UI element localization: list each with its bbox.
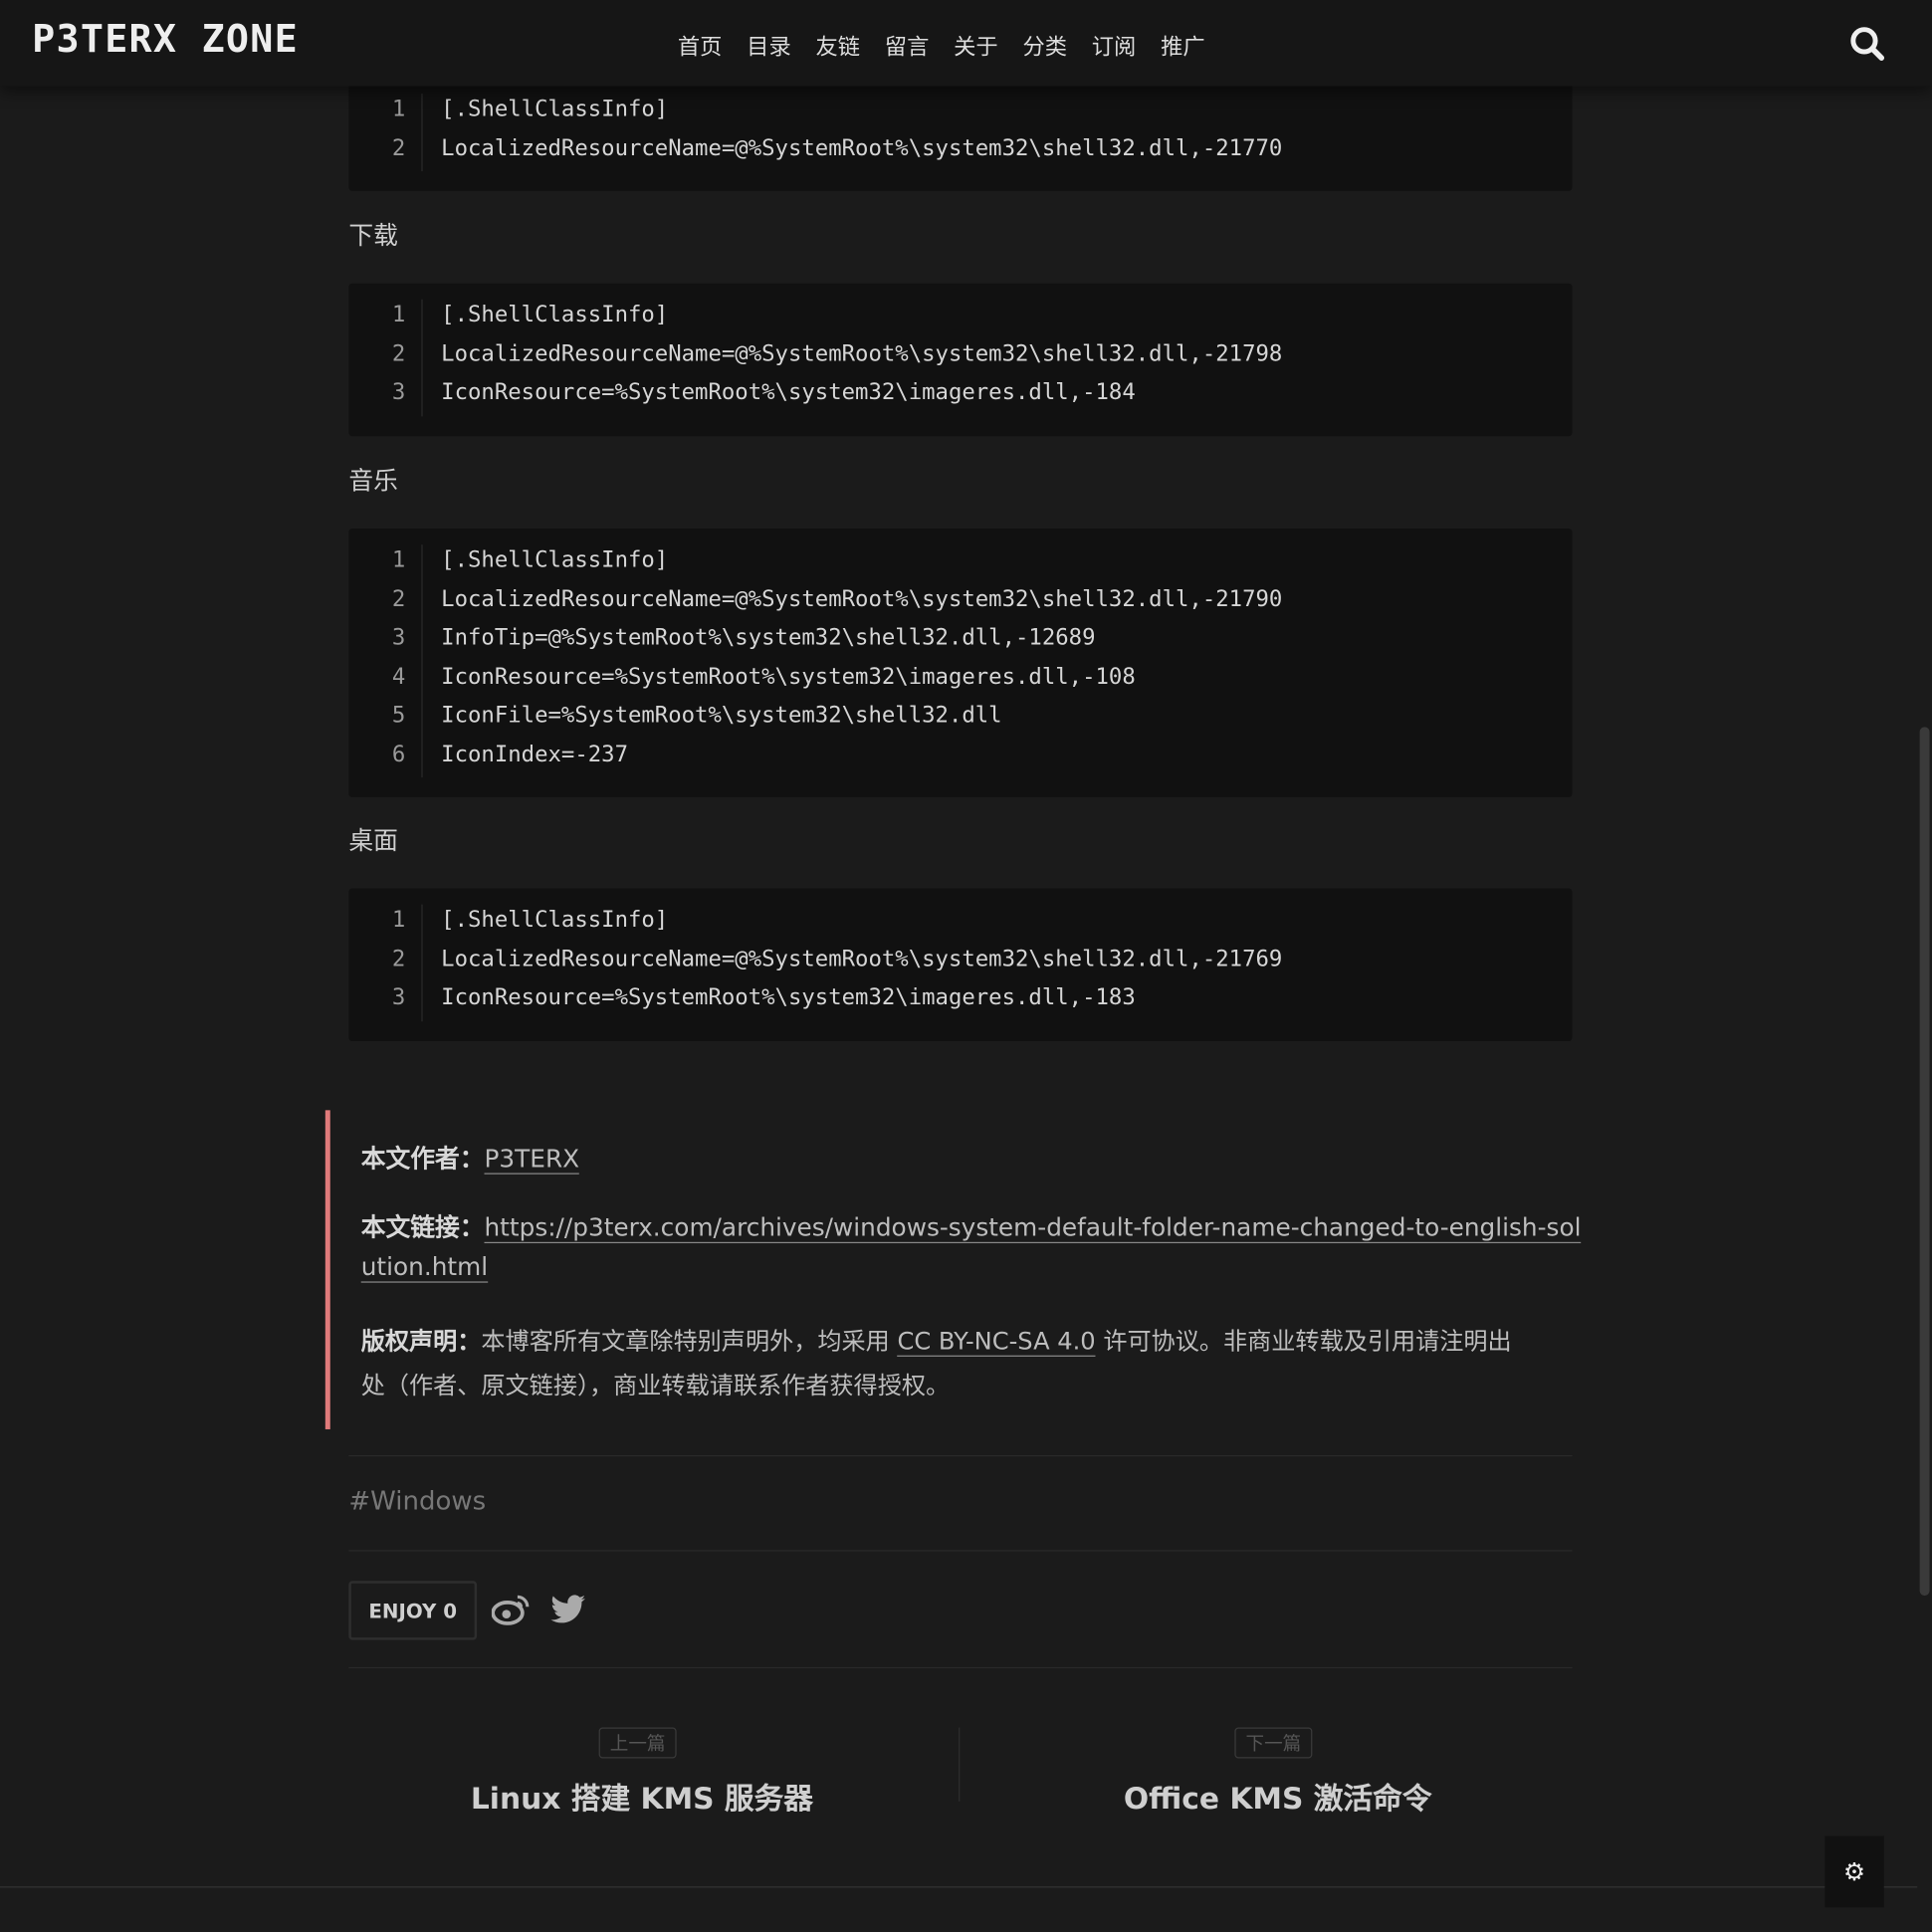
code-line: LocalizedResourceName=@%SystemRoot%\syst… [441,340,1283,367]
code-line: IconIndex=-237 [441,741,628,767]
section-heading: 下载 [348,220,398,251]
prev-post-link[interactable]: Linux 搭建 KMS 服务器 [364,1775,919,1818]
line-number: 3 [391,984,406,1011]
nav-about[interactable]: 关于 [954,30,998,62]
license-link[interactable]: CC BY-NC-SA 4.0 [897,1327,1096,1357]
line-number: 1 [391,302,406,328]
section-heading: 音乐 [348,465,398,496]
divider [348,1454,1573,1457]
code-line: [.ShellClassInfo] [441,907,669,934]
search-icon[interactable] [1849,26,1886,63]
line-number: 1 [391,546,406,573]
site-header: P3TERX ZONE 首页 目录 友链 留言 关于 分类 订阅 推广 [0,0,1932,87]
site-logo[interactable]: P3TERX ZONE [32,17,299,62]
code-line: [.ShellClassInfo] [441,302,669,328]
code-gutter-line [421,299,423,416]
code-block: 1 [.ShellClassInfo] 2 LocalizedResourceName… [348,888,1573,1041]
copyright-accent-bar [324,1110,330,1429]
code-gutter-line [421,94,423,172]
nav-catalog[interactable]: 目录 [747,30,791,62]
copyright-link: 本文链接：https://p3terx.com/archives/windows… [360,1212,1582,1244]
code-line: LocalizedResourceName=@%SystemRoot%\syst… [441,134,1283,161]
line-number: 2 [391,946,406,972]
line-number: 1 [391,907,406,934]
article-link-cont[interactable]: ution.html [360,1251,489,1283]
settings-button[interactable]: ⚙ [1825,1835,1884,1908]
line-number: 5 [391,702,406,729]
nav-guestbook[interactable]: 留言 [885,30,930,62]
copyright-license: 版权声明：本博客所有文章除特别声明外，均采用 CC BY-NC-SA 4.0 许… [360,1327,1512,1357]
line-number: 1 [391,96,406,122]
divider [348,1666,1573,1669]
weibo-icon[interactable] [491,1592,532,1626]
divider [348,1550,1573,1552]
copyright-author: 本文作者：P3TERX [360,1143,580,1175]
code-line: LocalizedResourceName=@%SystemRoot%\syst… [441,585,1283,612]
code-line: IconResource=%SystemRoot%\system32\image… [441,984,1136,1011]
next-label: 下一篇 [1234,1727,1313,1759]
line-number: 4 [391,663,406,690]
code-line: IconFile=%SystemRoot%\system32\shell32.d… [441,702,1002,729]
code-gutter-line [421,544,423,778]
line-number: 3 [391,624,406,651]
line-number: 6 [391,741,406,767]
copyright-license-line2: 处（作者、原文链接），商业转载请联系作者获得授权。 [360,1371,951,1400]
nav-home[interactable]: 首页 [678,30,723,62]
line-number: 2 [391,340,406,367]
code-line: [.ShellClassInfo] [441,546,669,573]
enjoy-button[interactable]: ENJOY 0 [348,1581,478,1640]
code-line: LocalizedResourceName=@%SystemRoot%\syst… [441,946,1283,972]
gear-icon: ⚙ [1842,1856,1866,1887]
scrollbar-thumb[interactable] [1919,727,1930,1597]
main-nav: 首页 目录 友链 留言 关于 分类 订阅 推广 [678,30,1205,62]
author-link[interactable]: P3TERX [484,1143,580,1175]
post-nav-divider [959,1727,961,1802]
code-gutter-line [421,904,423,1021]
section-heading: 桌面 [348,825,398,856]
code-line: IconResource=%SystemRoot%\system32\image… [441,379,1136,406]
article-link[interactable]: https://p3terx.com/archives/windows-syst… [484,1212,1582,1244]
prev-label: 上一篇 [598,1727,677,1759]
code-line: IconResource=%SystemRoot%\system32\image… [441,663,1136,690]
line-number: 2 [391,585,406,612]
nav-promo[interactable]: 推广 [1161,30,1205,62]
code-block: 1 [.ShellClassInfo] 2 LocalizedResourceName… [348,529,1573,797]
tag-link[interactable]: #Windows [348,1486,486,1516]
nav-subscribe[interactable]: 订阅 [1092,30,1137,62]
footer-divider [0,1886,1918,1888]
line-number: 3 [391,379,406,406]
code-line: InfoTip=@%SystemRoot%\system32\shell32.d… [441,624,1096,651]
line-number: 2 [391,134,406,161]
twitter-icon[interactable] [550,1595,586,1624]
copyright-link-cont: ution.html [360,1251,489,1283]
code-line: [.ShellClassInfo] [441,96,669,122]
code-block: 1 [.ShellClassInfo] 2 LocalizedResourceName… [348,283,1573,436]
next-post-link[interactable]: Office KMS 激活命令 [1000,1775,1555,1818]
nav-links[interactable]: 友链 [815,30,860,62]
nav-categories[interactable]: 分类 [1022,30,1067,62]
